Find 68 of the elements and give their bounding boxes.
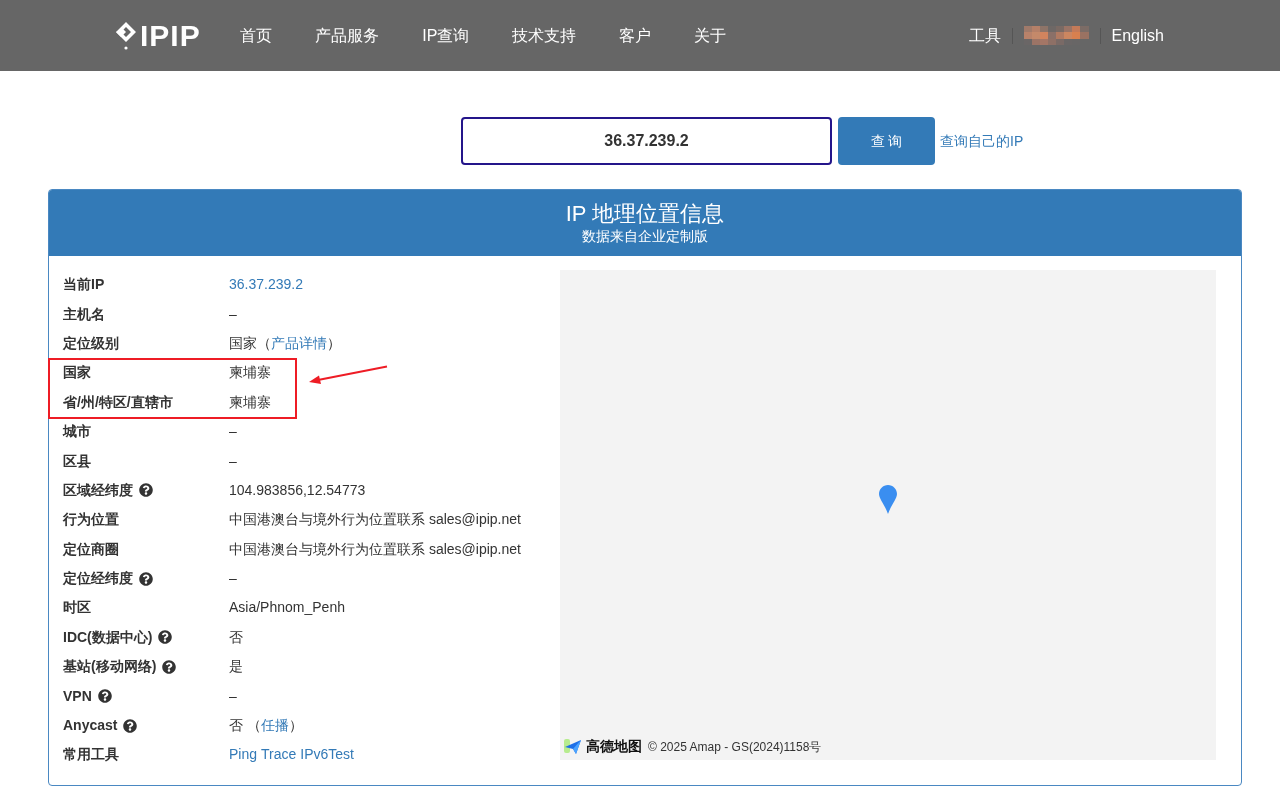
- field-value: Asia/Phnom_Penh: [229, 598, 345, 618]
- field-value: 中国港澳台与境外行为位置联系 sales@ipip.net: [229, 510, 521, 530]
- field-value: 是: [229, 657, 243, 677]
- panel-subtitle: 数据来自企业定制版: [582, 227, 708, 245]
- value-link[interactable]: Trace: [261, 744, 297, 766]
- nav-link[interactable]: 客户: [597, 23, 673, 48]
- map-area[interactable]: 高德地图 © 2025 Amap - GS(2024)1158号: [560, 270, 1216, 760]
- field-value: –: [229, 304, 237, 324]
- field-label: VPN: [63, 686, 92, 706]
- nav-link[interactable]: 技术支持: [490, 23, 598, 48]
- help-icon[interactable]: [123, 718, 138, 733]
- field-value: 柬埔寨: [229, 392, 271, 412]
- field-label: 时区: [63, 598, 91, 618]
- field-value: ）: [327, 333, 341, 353]
- pixelated-block: [1023, 25, 1089, 46]
- help-icon[interactable]: [162, 659, 177, 674]
- field-label: 行为位置: [63, 510, 119, 530]
- field-label: 区域经纬度: [63, 480, 133, 500]
- help-icon[interactable]: [158, 630, 173, 645]
- help-icon[interactable]: [139, 483, 153, 498]
- field-label: 定位经纬度: [63, 569, 133, 589]
- field-label: 当前IP: [63, 275, 105, 295]
- field-value: 104.983856,12.54773: [229, 480, 366, 500]
- field-label: 区县: [63, 451, 91, 471]
- header-link[interactable]: 工具: [968, 23, 1001, 48]
- value-link[interactable]: IPv6Test: [300, 744, 354, 766]
- help-icon[interactable]: [139, 571, 153, 586]
- site-logo[interactable]: IPIP: [115, 20, 201, 51]
- field-label: 定位级别: [63, 333, 119, 353]
- paper-plane-logo-icon: [564, 738, 582, 755]
- field-value: ）: [288, 716, 303, 736]
- field-label: 常用工具: [63, 745, 119, 765]
- field-value: 否: [229, 627, 243, 647]
- value-link[interactable]: 任播: [260, 715, 289, 737]
- field-value: –: [229, 569, 237, 589]
- map-pin-icon[interactable]: [878, 484, 898, 515]
- nav-link[interactable]: 首页: [218, 23, 294, 48]
- value-link[interactable]: 36.37.239.2: [229, 274, 303, 296]
- panel-title: IP 地理位置信息: [565, 201, 725, 227]
- field-value: 柬埔寨: [229, 363, 271, 383]
- map-logo-text: 高德地图: [586, 737, 642, 756]
- annotation-arrow-icon: [308, 365, 388, 386]
- field-label: 基站(移动网络): [63, 657, 157, 677]
- field-label: 省/州/特区/直辖市: [63, 392, 173, 412]
- map-attribution: © 2025 Amap - GS(2024)1158号: [648, 738, 822, 756]
- field-label: IDC(数据中心): [63, 627, 153, 647]
- field-label: 国家: [63, 363, 91, 383]
- value-link[interactable]: Ping: [229, 744, 258, 766]
- field-label: 定位商圈: [63, 539, 119, 559]
- query-button[interactable]: 查 询: [838, 117, 935, 165]
- field-value: –: [229, 451, 237, 471]
- nav-link[interactable]: IP查询: [400, 23, 491, 48]
- field-value: –: [229, 686, 237, 706]
- field-label: 城市: [63, 422, 91, 442]
- field-label: 主机名: [63, 304, 105, 324]
- value-link[interactable]: 产品详情: [271, 332, 327, 354]
- ip-input-field[interactable]: 36.37.239.2: [461, 117, 832, 165]
- field-value: –: [229, 422, 237, 442]
- field-label: Anycast: [63, 716, 118, 736]
- header-link[interactable]: English: [1111, 23, 1164, 48]
- own-ip-link[interactable]: 查询自己的IP: [940, 130, 1024, 152]
- logo-mark-icon: [115, 20, 137, 51]
- nav-link[interactable]: 产品服务: [293, 23, 401, 48]
- field-value: 中国港澳台与境外行为位置联系 sales@ipip.net: [229, 539, 521, 559]
- field-value: 国家（: [229, 333, 271, 353]
- nav-link[interactable]: 关于: [672, 23, 748, 48]
- field-value: 否 （: [229, 716, 261, 736]
- help-icon[interactable]: [97, 689, 112, 704]
